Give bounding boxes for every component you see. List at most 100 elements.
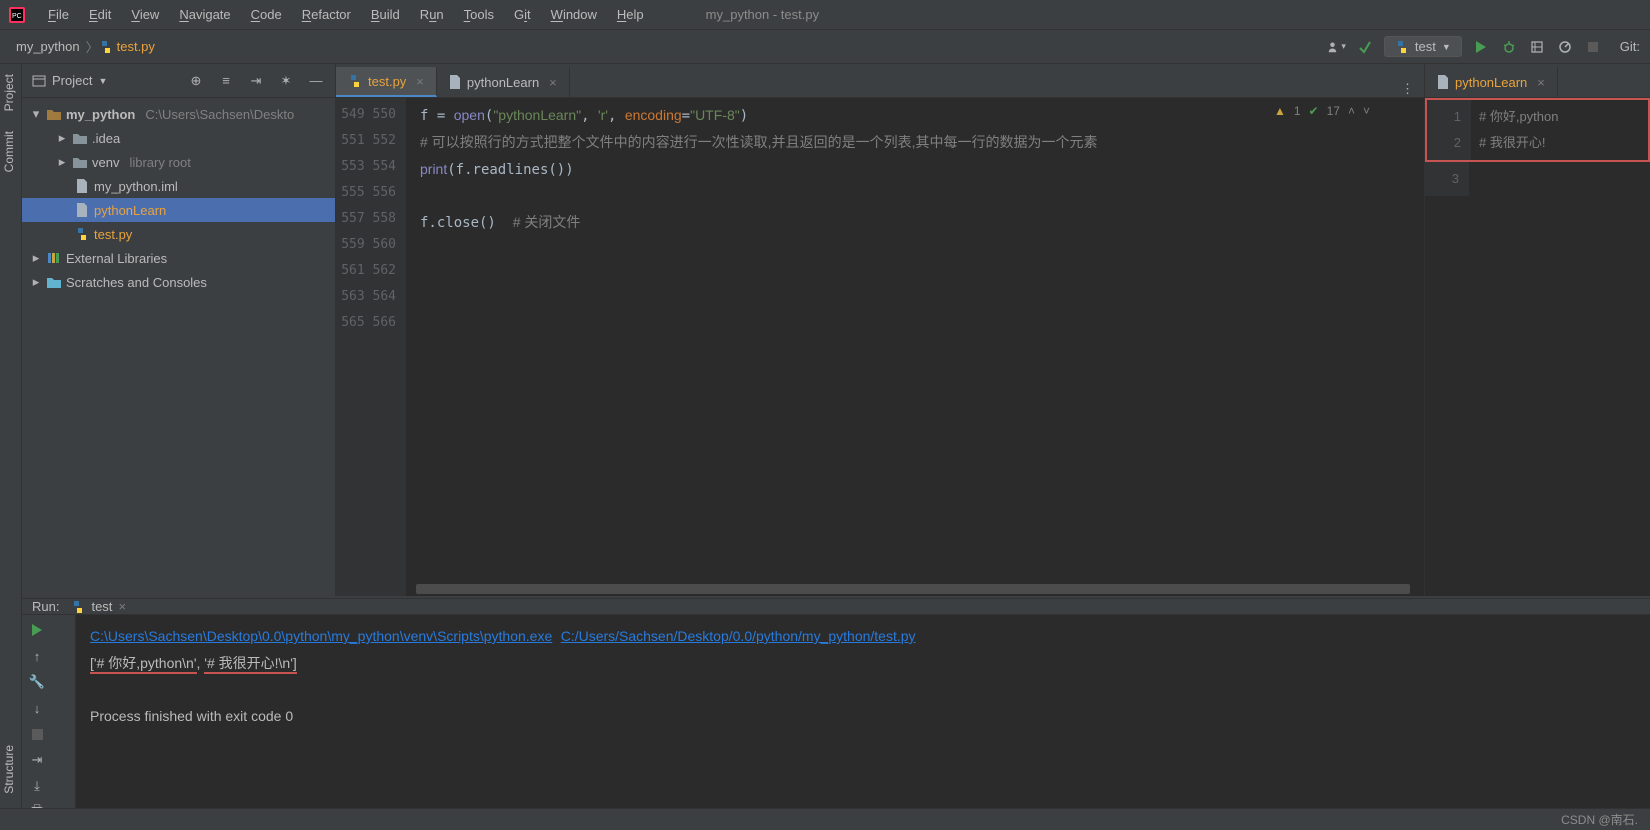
tab-testpy[interactable]: test.py × bbox=[336, 67, 437, 97]
project-folder-icon bbox=[46, 106, 62, 122]
tree-item-idea[interactable]: ▸ .idea bbox=[22, 126, 335, 150]
inspection-widget[interactable]: ▲1 ✔17 ˄ ˅ bbox=[1274, 104, 1370, 118]
settings-gear-icon[interactable]: ✶ bbox=[277, 72, 295, 90]
svg-text:PC: PC bbox=[12, 13, 22, 20]
stop-icon[interactable] bbox=[26, 723, 48, 745]
collapse-all-icon[interactable]: ⇥ bbox=[247, 72, 265, 90]
tree-root-path: C:\Users\Sachsen\Deskto bbox=[145, 107, 294, 122]
tab-label: pythonLearn bbox=[1455, 75, 1527, 90]
chevron-down-icon: ▼ bbox=[1442, 42, 1451, 52]
chevron-up-icon[interactable]: ˄ bbox=[1348, 104, 1355, 118]
menu-file[interactable]: File bbox=[40, 3, 77, 26]
menu-tools[interactable]: Tools bbox=[456, 3, 502, 26]
run-output[interactable]: C:\Users\Sachsen\Desktop\0.0\python\my_p… bbox=[76, 615, 1650, 827]
locate-icon[interactable]: ⊕ bbox=[187, 72, 205, 90]
folder-icon bbox=[72, 130, 88, 146]
run-button-icon[interactable] bbox=[1472, 38, 1490, 56]
rail-structure[interactable]: Structure bbox=[0, 735, 18, 804]
file-icon bbox=[74, 202, 90, 218]
close-icon[interactable]: × bbox=[416, 74, 424, 89]
debug-button-icon[interactable] bbox=[1500, 38, 1518, 56]
chevron-down-icon: ▼ bbox=[98, 76, 107, 86]
breadcrumb-project[interactable]: my_python bbox=[10, 39, 86, 54]
close-icon[interactable]: × bbox=[118, 599, 126, 614]
menu-refactor[interactable]: Refactor bbox=[294, 3, 359, 26]
run-panel-header: Run: test × bbox=[22, 599, 1650, 615]
tree-item-label: Scratches and Consoles bbox=[66, 275, 207, 290]
tree-item-pythonlearn[interactable]: pythonLearn bbox=[22, 198, 335, 222]
tree-item-venv[interactable]: ▸ venv library root bbox=[22, 150, 335, 174]
breadcrumb-file[interactable]: test.py bbox=[99, 39, 155, 54]
menu-build[interactable]: Build bbox=[363, 3, 408, 26]
left-rail: Project Commit Structure bbox=[0, 64, 22, 808]
run-panel: Run: test × ↑ 🔧 ↓ ⇥ ⤓ 🖶 C:\Users\Sachsen… bbox=[22, 598, 1650, 808]
project-panel: Project ▼ ⊕ ≡ ⇥ ✶ — ▾ my_python C:\Users… bbox=[22, 64, 336, 596]
breadcrumb-file-label: test.py bbox=[117, 39, 155, 54]
menu-navigate[interactable]: Navigate bbox=[171, 3, 238, 26]
vcs-update-icon[interactable] bbox=[1356, 38, 1374, 56]
down-arrow-icon[interactable]: ↓ bbox=[26, 697, 48, 719]
git-label[interactable]: Git: bbox=[1620, 39, 1640, 54]
run-config-selector[interactable]: test ▼ bbox=[1384, 36, 1462, 57]
tree-item-label: External Libraries bbox=[66, 251, 167, 266]
chevron-right-icon: ▸ bbox=[56, 154, 68, 170]
run-tab[interactable]: test × bbox=[71, 599, 126, 614]
rail-project-label: Project bbox=[2, 74, 16, 111]
code-area[interactable]: f = open("pythonLearn", 'r', encoding="U… bbox=[406, 98, 1424, 596]
menu-run[interactable]: Run bbox=[412, 3, 452, 26]
highlighted-content: 12 # 你好,python# 我很开心! bbox=[1425, 98, 1650, 162]
tab-label: pythonLearn bbox=[467, 75, 539, 90]
run-panel-label: Run: bbox=[32, 599, 59, 614]
rerun-icon[interactable] bbox=[26, 619, 48, 641]
users-icon[interactable]: ▾ bbox=[1328, 38, 1346, 56]
tab-more-icon[interactable]: ⋮ bbox=[1391, 81, 1424, 97]
run-exe-link[interactable]: C:\Users\Sachsen\Desktop\0.0\python\my_p… bbox=[90, 628, 552, 644]
close-icon[interactable]: × bbox=[1537, 75, 1545, 90]
main-area: Project ▼ ⊕ ≡ ⇥ ✶ — ▾ my_python C:\Users… bbox=[22, 64, 1650, 596]
tab-pythonlearn-right[interactable]: pythonLearn × bbox=[1425, 67, 1558, 97]
tree-external-libs[interactable]: ▸ External Libraries bbox=[22, 246, 335, 270]
menu-help[interactable]: Help bbox=[609, 3, 652, 26]
mini-gutter: 12 bbox=[1427, 100, 1471, 160]
stop-button-icon[interactable] bbox=[1584, 38, 1602, 56]
menu-view[interactable]: View bbox=[123, 3, 167, 26]
chevron-right-icon: ▸ bbox=[56, 130, 68, 146]
expand-all-icon[interactable]: ≡ bbox=[217, 72, 235, 90]
chevron-down-icon[interactable]: ˅ bbox=[1363, 104, 1370, 118]
editor-body[interactable]: 549 550 551 552 553 554 555 556 557 558 … bbox=[336, 98, 1424, 596]
coverage-icon[interactable] bbox=[1528, 38, 1546, 56]
menu-window[interactable]: Window bbox=[543, 3, 605, 26]
tree-root[interactable]: ▾ my_python C:\Users\Sachsen\Deskto bbox=[22, 102, 335, 126]
tab-pythonlearn[interactable]: pythonLearn × bbox=[437, 67, 570, 97]
file-icon bbox=[74, 178, 90, 194]
run-script-link[interactable]: C:/Users/Sachsen/Desktop/0.0/python/my_p… bbox=[561, 628, 916, 644]
soft-wrap-icon[interactable]: ⇥ bbox=[26, 749, 48, 771]
rail-project[interactable]: Project bbox=[0, 64, 18, 121]
chevron-right-icon: 〉 bbox=[86, 37, 99, 56]
line-gutter: 549 550 551 552 553 554 555 556 557 558 … bbox=[336, 98, 406, 596]
profiler-icon[interactable] bbox=[1556, 38, 1574, 56]
folder-icon bbox=[72, 154, 88, 170]
menu-edit[interactable]: Edit bbox=[81, 3, 119, 26]
horizontal-scrollbar[interactable] bbox=[416, 584, 1410, 594]
tree-item-testpy[interactable]: test.py bbox=[22, 222, 335, 246]
close-icon[interactable]: × bbox=[549, 75, 557, 90]
nav-bar: my_python 〉 test.py ▾ test ▼ Git: bbox=[0, 30, 1650, 64]
mini-code[interactable] bbox=[1469, 162, 1650, 196]
chevron-down-icon: ▾ bbox=[30, 106, 42, 122]
menu-git[interactable]: Git bbox=[506, 3, 539, 26]
rail-structure-label: Structure bbox=[2, 745, 16, 794]
hide-panel-icon[interactable]: — bbox=[307, 72, 325, 90]
project-panel-title[interactable]: Project ▼ bbox=[32, 73, 107, 88]
wrench-icon[interactable]: 🔧 bbox=[26, 671, 48, 693]
tree-item-iml[interactable]: my_python.iml bbox=[22, 174, 335, 198]
mini-code[interactable]: # 你好,python# 我很开心! bbox=[1471, 100, 1648, 160]
rail-commit[interactable]: Commit bbox=[0, 121, 18, 182]
tree-scratches[interactable]: ▸ Scratches and Consoles bbox=[22, 270, 335, 294]
scroll-to-end-icon[interactable]: ⤓ bbox=[26, 775, 48, 797]
menu-code[interactable]: Code bbox=[243, 3, 290, 26]
tree-item-label: venv bbox=[92, 155, 119, 170]
editor: test.py × pythonLearn × ⋮ 549 550 551 55… bbox=[336, 64, 1424, 596]
up-arrow-icon[interactable]: ↑ bbox=[26, 645, 48, 667]
tree-item-label: test.py bbox=[94, 227, 132, 242]
